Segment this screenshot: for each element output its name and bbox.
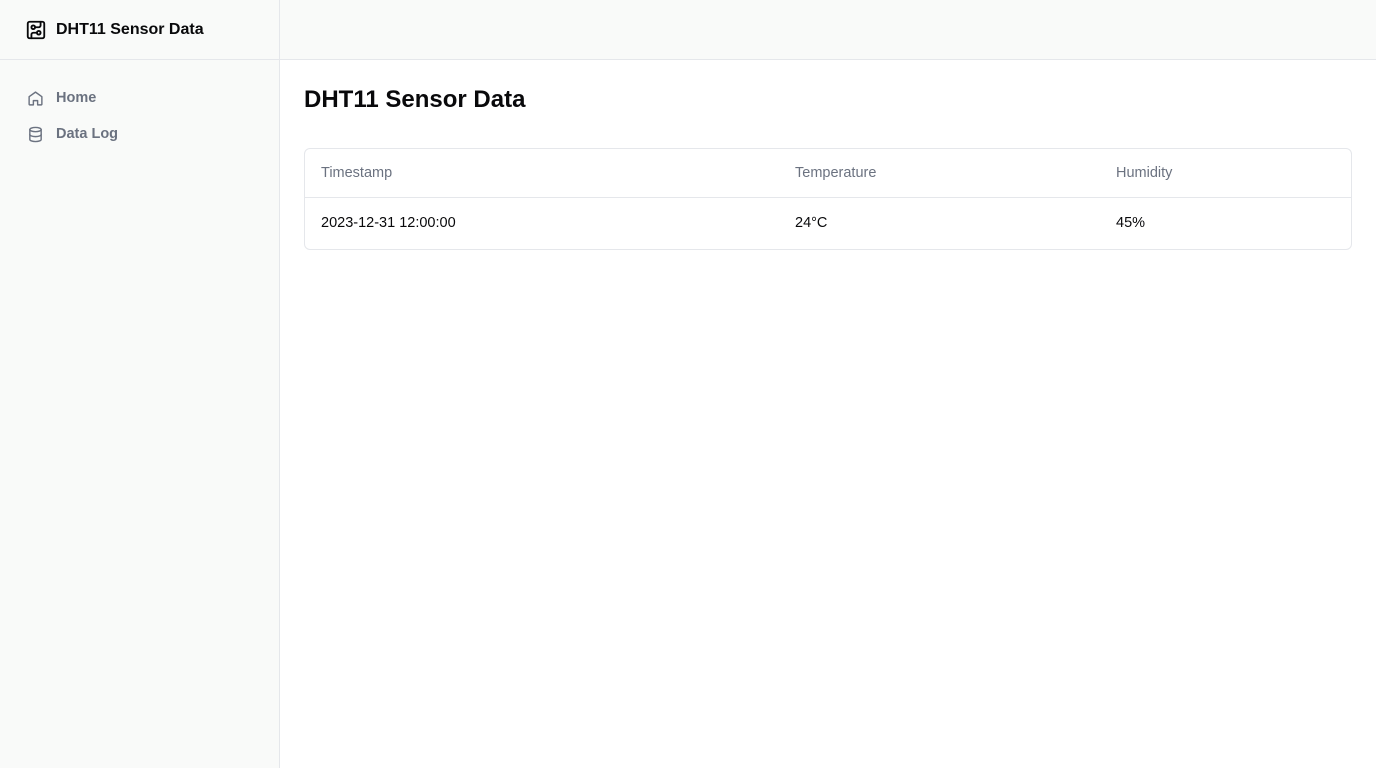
column-header-temperature: Temperature <box>779 149 1100 198</box>
top-bar <box>280 0 1376 60</box>
page-title: DHT11 Sensor Data <box>304 86 526 113</box>
cell-timestamp: 2023-12-31 12:00:00 <box>321 215 456 232</box>
database-icon <box>27 126 44 143</box>
cell-humidity: 45% <box>1116 215 1146 232</box>
table-row: 2023-12-31 12:00:00 24°C 45% <box>305 197 1351 249</box>
column-header-humidity: Humidity <box>1100 149 1351 198</box>
sidebar-item-data-log[interactable]: Data Log <box>16 118 263 150</box>
sidebar-item-home[interactable]: Home <box>16 82 263 114</box>
sidebar: DHT11 Sensor Data Home Data Log <box>0 0 280 768</box>
app-shell: DHT11 Sensor Data Home Data Log DHT11 Se… <box>0 0 1376 768</box>
sidebar-item-label: Data Log <box>56 126 119 142</box>
cell-temperature: 24°C <box>795 215 828 232</box>
circuit-board-icon[interactable] <box>25 19 47 41</box>
sensor-data-table: Timestamp Temperature Humidity 2023-12-3… <box>305 149 1351 249</box>
home-icon <box>27 90 44 107</box>
content: DHT11 Sensor Data Timestamp Temperature … <box>280 60 1376 250</box>
sensor-data-table-card: Timestamp Temperature Humidity 2023-12-3… <box>304 148 1352 250</box>
app-title[interactable]: DHT11 Sensor Data <box>56 21 204 39</box>
sidebar-header: DHT11 Sensor Data <box>0 0 279 60</box>
sidebar-item-label: Home <box>56 90 97 106</box>
main-area: DHT11 Sensor Data Timestamp Temperature … <box>280 0 1376 768</box>
table-header-row: Timestamp Temperature Humidity <box>305 149 1351 198</box>
column-header-timestamp: Timestamp <box>305 149 779 198</box>
sidebar-nav: Home Data Log <box>0 60 279 150</box>
